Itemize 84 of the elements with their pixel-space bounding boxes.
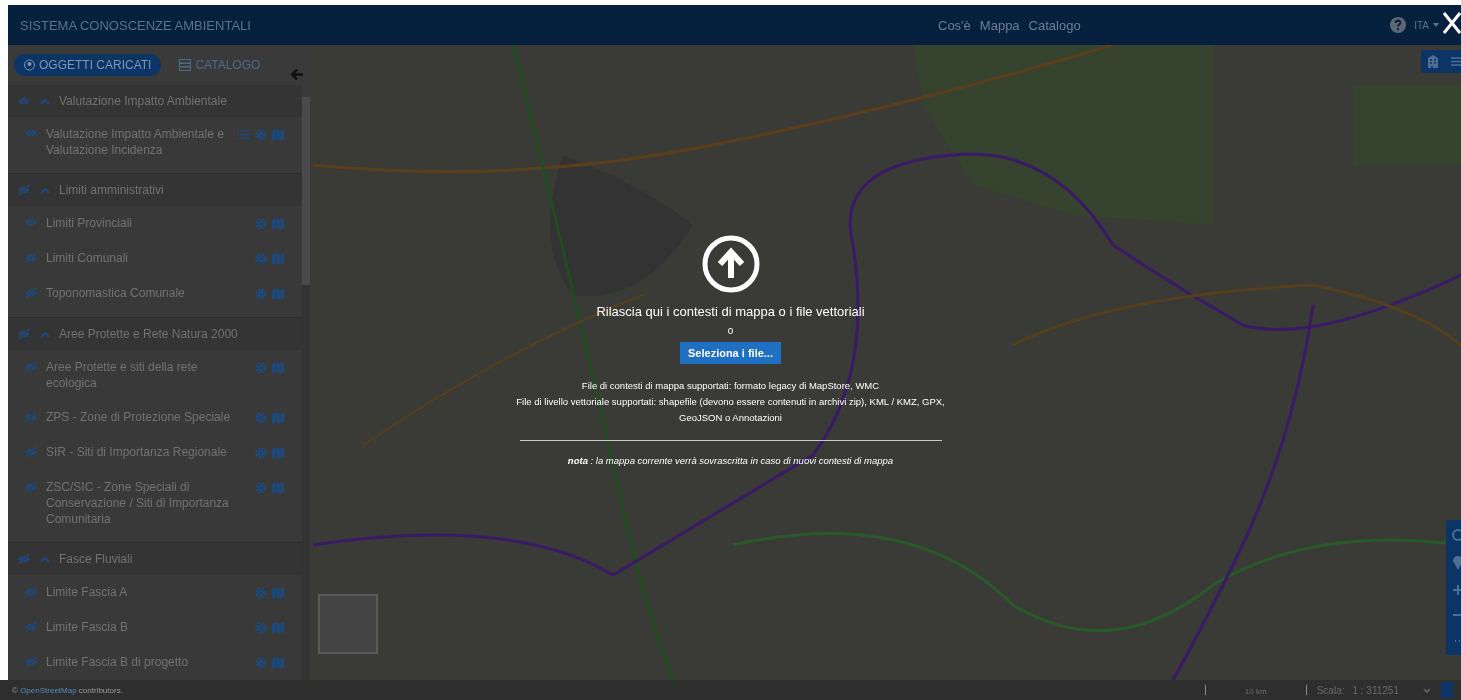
list-icon[interactable] (237, 129, 250, 140)
chevron-up-icon[interactable] (40, 186, 50, 194)
arrow-left-icon[interactable] (291, 69, 303, 80)
map-toolbar[interactable] (1446, 520, 1461, 655)
sidebar-tab[interactable]: CATALOGO (169, 54, 271, 76)
nav-link[interactable]: Cos'è (938, 17, 971, 33)
eye-slash-icon[interactable] (24, 656, 38, 668)
eye-slash-icon[interactable] (17, 184, 31, 196)
close-icon[interactable] (1443, 12, 1461, 34)
eye-slash-icon[interactable] (24, 287, 38, 299)
app-title: SISTEMA CONOSCENZE AMBIENTALI (20, 17, 252, 33)
map-icon[interactable] (272, 362, 284, 374)
map-icon[interactable] (272, 622, 284, 634)
map-icon[interactable] (272, 253, 284, 265)
eye-slash-icon[interactable] (24, 586, 38, 598)
map-icon[interactable] (272, 218, 284, 230)
separator-text: o (727, 325, 734, 336)
map-icon[interactable] (272, 447, 284, 459)
layer-title[interactable]: Limiti Provinciali (46, 215, 247, 231)
group-header[interactable]: Aree Protette e Rete Natura 2000 (8, 318, 302, 350)
sidebar-tab[interactable]: OGGETTI CARICATI (14, 54, 162, 76)
upload-icon (700, 234, 761, 294)
layer-title[interactable]: Limiti Comunali (46, 250, 247, 266)
group-header[interactable]: Limiti amministrativi (8, 174, 302, 206)
attribution-link[interactable]: OpenStreetMap (20, 685, 77, 695)
nav-link[interactable]: Catalogo (1028, 17, 1081, 33)
caret-icon[interactable] (1423, 687, 1431, 693)
list-icon[interactable] (1451, 55, 1461, 68)
map-icon[interactable] (272, 482, 284, 494)
layer-title[interactable]: Limite Fascia B (46, 619, 247, 635)
layer-title[interactable]: Valutazione Impatto Ambientale e Valutazione Incidenza (46, 126, 229, 158)
layer-title[interactable]: Limite Fascia B di progetto (46, 654, 247, 670)
group-header[interactable]: Valutazione Impatto Ambientale (8, 85, 302, 117)
caret-icon[interactable] (1433, 23, 1439, 27)
settings-icon[interactable] (255, 657, 267, 669)
eye-slash-icon[interactable] (17, 328, 31, 340)
drop-title: Rilascia qui i contesti di mappa o i file vettoriali (596, 304, 865, 319)
settings-icon[interactable] (255, 447, 267, 459)
settings-icon[interactable] (255, 412, 267, 424)
map-icon[interactable] (272, 288, 284, 300)
language-dropdown[interactable]: ITA (1414, 19, 1439, 31)
map-button[interactable] (1441, 682, 1453, 698)
layer-title[interactable]: Toponomastica Comunale (46, 285, 247, 301)
help-icon[interactable] (1390, 17, 1407, 33)
overview-map[interactable] (318, 594, 378, 654)
info-text: File di livello vettoriale supportati: shapefile (devono essere contenuti in archivi zip), KML / KMZ, GPX, GeoJSON o Annotazioni (515, 395, 946, 425)
eye-icon[interactable] (24, 128, 38, 138)
scale-dropdown[interactable]: 1 : 311251 (1352, 684, 1431, 696)
settings-icon[interactable] (255, 129, 267, 141)
eye-slash-icon[interactable] (24, 621, 38, 633)
eye-slash-icon[interactable] (24, 446, 38, 458)
settings-icon[interactable] (255, 482, 267, 494)
map-icon[interactable] (272, 657, 284, 669)
settings-icon[interactable] (255, 622, 267, 634)
settings-icon[interactable] (255, 253, 267, 265)
settings-icon[interactable] (255, 587, 267, 599)
eye-icon[interactable] (24, 217, 38, 227)
chevron-up-icon[interactable] (40, 330, 50, 338)
map-icon[interactable] (272, 129, 284, 141)
scale-label: Scala: (1316, 684, 1345, 696)
info-text: File di contesti di mappa supportati: formato legacy di MapStore, WMC (580, 379, 881, 393)
scrollbar[interactable] (302, 97, 310, 680)
map-icon[interactable] (272, 412, 284, 424)
settings-icon[interactable] (255, 288, 267, 300)
settings-icon[interactable] (255, 218, 267, 230)
catalog-icon (179, 59, 192, 71)
settings-icon[interactable] (255, 362, 267, 374)
building-icon[interactable] (1427, 55, 1439, 68)
eye-slash-icon[interactable] (24, 252, 38, 264)
eye-icon[interactable] (17, 96, 31, 106)
note-text: nota : la mappa corrente verrà sovrascritta in caso di nuovi contesti di mappa (567, 455, 894, 466)
location-icon (24, 59, 35, 71)
chevron-up-icon[interactable] (40, 97, 50, 105)
select-files-button[interactable]: Seleziona i file... (680, 342, 781, 364)
eye-slash-icon[interactable] (24, 411, 38, 423)
eye-slash-icon[interactable] (24, 361, 38, 373)
attribution-text: © OpenStreetMap contributors. (12, 685, 123, 695)
eye-slash-icon[interactable] (17, 553, 31, 565)
chevron-up-icon[interactable] (40, 555, 50, 563)
map-icon[interactable] (272, 587, 284, 599)
eye-slash-icon[interactable] (24, 481, 38, 493)
group-header[interactable]: Fasce Fluviali (8, 543, 302, 575)
layer-title[interactable]: Limite Fascia A (46, 584, 247, 600)
nav-link[interactable]: Mappa (979, 17, 1020, 33)
